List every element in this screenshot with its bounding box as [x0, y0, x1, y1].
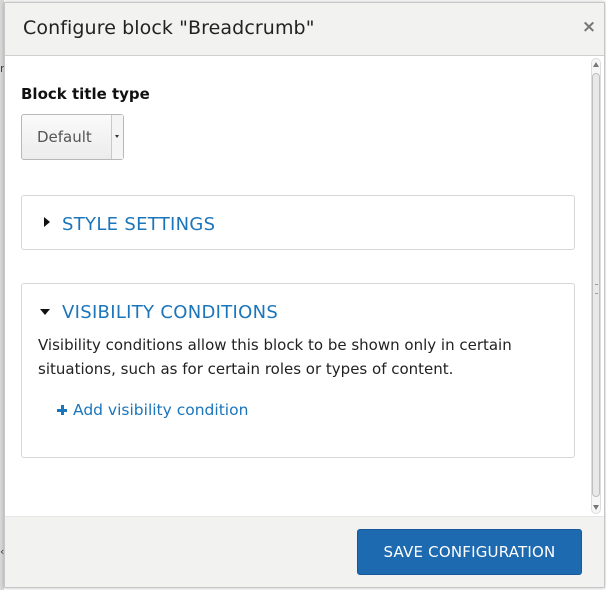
triangle-down-icon — [40, 309, 50, 315]
add-visibility-condition-label: Add visibility condition — [73, 401, 249, 419]
dialog-titlebar: Configure block "Breadcrumb" × — [5, 3, 604, 56]
dialog-title: Configure block "Breadcrumb" — [23, 17, 315, 39]
select-value: Default — [37, 128, 92, 146]
scroll-up-icon[interactable] — [593, 62, 599, 67]
vertical-scrollbar[interactable] — [591, 58, 601, 514]
scrollbar-thumb[interactable] — [592, 73, 600, 497]
select-arrow-box — [111, 115, 123, 159]
triangle-right-icon — [44, 217, 50, 227]
chevron-down-icon — [115, 135, 119, 138]
visibility-description: Visibility conditions allow this block t… — [38, 336, 512, 378]
visibility-conditions-title: VISIBILITY CONDITIONS — [62, 302, 279, 323]
add-visibility-condition-link[interactable]: Add visibility condition — [57, 401, 248, 419]
dialog-content: Block title type Default STYLE SETTINGS … — [5, 56, 604, 516]
block-title-type-label: Block title type — [21, 85, 150, 103]
close-icon[interactable]: × — [581, 17, 597, 37]
plus-icon — [57, 405, 67, 415]
block-title-type-select[interactable]: Default — [21, 114, 124, 160]
scroll-down-icon[interactable] — [593, 505, 599, 510]
style-settings-title: STYLE SETTINGS — [62, 214, 216, 235]
style-settings-section: STYLE SETTINGS — [21, 195, 575, 250]
style-settings-toggle[interactable]: STYLE SETTINGS — [22, 196, 574, 250]
save-configuration-button[interactable]: SAVE CONFIGURATION — [357, 529, 582, 575]
visibility-conditions-toggle[interactable]: VISIBILITY CONDITIONS — [22, 284, 574, 338]
visibility-conditions-section: VISIBILITY CONDITIONS Visibility conditi… — [21, 283, 575, 458]
dialog-footer: SAVE CONFIGURATION — [5, 516, 604, 587]
grip-icon — [595, 284, 598, 294]
configure-block-dialog: Configure block "Breadcrumb" × Block tit… — [4, 2, 605, 588]
